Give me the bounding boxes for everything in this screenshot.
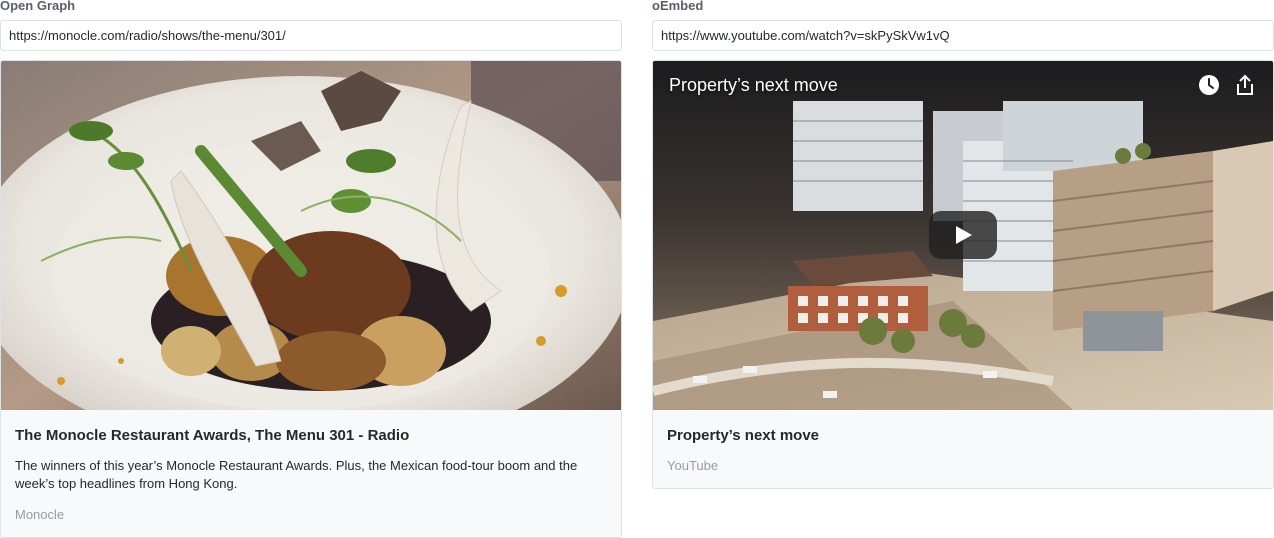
oembed-url-input[interactable] (652, 20, 1274, 51)
open-graph-card-title[interactable]: The Monocle Restaurant Awards, The Menu … (15, 427, 409, 444)
open-graph-card-description: The winners of this year’s Monocle Resta… (15, 458, 578, 491)
oembed-card-title[interactable]: Property’s next move (667, 427, 819, 444)
oembed-label: oEmbed (652, 0, 704, 13)
video-player[interactable]: Property’s next move (653, 61, 1273, 410)
open-graph-card[interactable]: The Monocle Restaurant Awards, The Menu … (0, 60, 622, 538)
video-title-overlay[interactable]: Property’s next move (669, 75, 838, 96)
share-icon[interactable] (1233, 73, 1257, 97)
plated-food-image (1, 61, 621, 410)
play-button[interactable] (929, 211, 997, 259)
play-icon (956, 226, 972, 244)
oembed-card-provider: YouTube (667, 458, 719, 473)
oembed-card[interactable]: Property’s next move Property’s next mov… (652, 60, 1274, 489)
open-graph-label: Open Graph (0, 0, 76, 13)
open-graph-url-input[interactable] (0, 20, 622, 51)
open-graph-card-provider: Monocle (15, 507, 65, 522)
watch-later-icon[interactable] (1197, 73, 1221, 97)
